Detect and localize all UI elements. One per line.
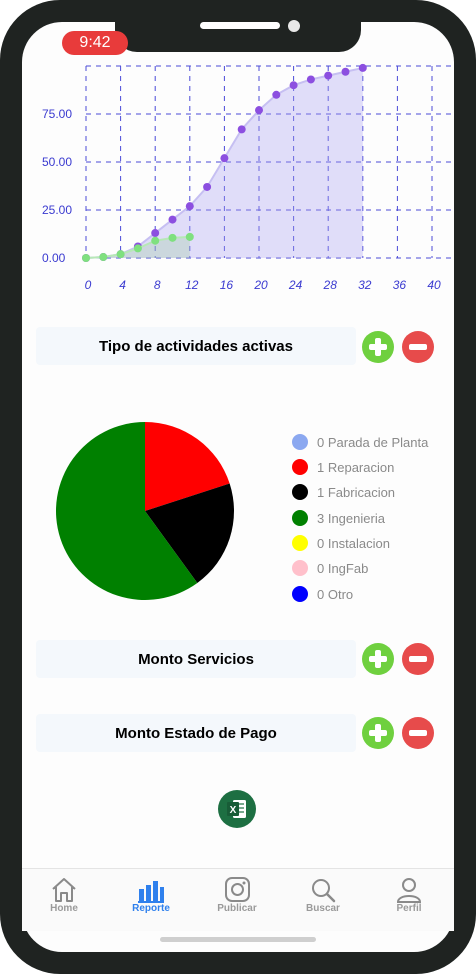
data-point — [341, 67, 350, 76]
user-icon — [396, 878, 422, 903]
legend-dot — [292, 535, 308, 551]
data-point — [151, 236, 160, 245]
data-point — [289, 81, 298, 90]
activities-section-title: Tipo de actividades activas — [36, 327, 356, 365]
monto-servicios-remove-button[interactable] — [402, 643, 434, 675]
instagram-icon — [225, 877, 250, 902]
x-tick-label: 36 — [393, 278, 407, 292]
legend-item: 0 Instalacion — [292, 533, 390, 553]
data-point — [151, 229, 160, 238]
legend-label: 0 Instalacion — [317, 535, 390, 551]
y-tick-label: 0.00 — [42, 251, 66, 265]
data-point — [272, 90, 281, 99]
y-tick-label: 50.00 — [42, 155, 72, 169]
legend-dot — [292, 434, 308, 450]
legend-item: 1 Reparacion — [292, 457, 394, 477]
legend-label: 0 Otro — [317, 586, 354, 602]
x-tick-label: 40 — [427, 278, 441, 292]
y-tick-label: 25.00 — [42, 203, 72, 217]
legend-item: 1 Fabricacion — [292, 482, 395, 502]
bottom-tab-bar: Home Reporte Publicar Buscar Perfil — [22, 868, 454, 931]
data-point — [203, 182, 212, 191]
monto-estado-pago-title: Monto Estado de Pago — [36, 714, 356, 752]
home-indicator — [160, 937, 316, 942]
legend-dot — [292, 510, 308, 526]
x-tick-label: 0 — [85, 278, 92, 292]
search-icon — [312, 879, 336, 903]
data-point — [255, 106, 263, 115]
device-notch — [115, 0, 361, 52]
status-time: 9:42 — [62, 31, 128, 55]
monto-estado-pago-add-button[interactable] — [362, 717, 394, 749]
legend-dot — [292, 484, 308, 500]
tab-buscar[interactable]: Buscar — [283, 869, 363, 914]
tab-reporte-label: Reporte — [132, 903, 170, 914]
speaker — [200, 22, 280, 29]
data-point — [237, 125, 246, 134]
x-tick-label: 28 — [323, 278, 338, 292]
tab-buscar-label: Buscar — [306, 903, 340, 914]
legend-item: 0 IngFab — [292, 558, 368, 578]
data-point — [82, 254, 90, 262]
svg-text:X: X — [230, 805, 237, 816]
legend-dot — [292, 586, 308, 602]
x-tick-label: 20 — [253, 278, 268, 292]
monto-servicios-add-button[interactable] — [362, 643, 394, 675]
home-icon — [52, 878, 76, 902]
bar-chart-icon — [138, 881, 164, 903]
tab-reporte[interactable]: Reporte — [111, 869, 191, 914]
x-tick-label: 24 — [288, 278, 303, 292]
data-point — [168, 215, 177, 224]
excel-icon: X — [227, 800, 246, 818]
legend-item: 0 Otro — [292, 584, 353, 604]
tab-perfil[interactable]: Perfil — [369, 869, 449, 914]
data-point — [116, 250, 125, 259]
tab-home-label: Home — [50, 903, 78, 914]
data-point — [185, 232, 194, 241]
y-tick-label: 75.00 — [42, 107, 72, 121]
activities-add-button[interactable] — [362, 331, 394, 363]
data-point — [324, 71, 333, 80]
legend-label: 1 Reparacion — [317, 459, 395, 475]
tab-publicar-label: Publicar — [217, 903, 257, 914]
legend-item: 3 Ingenieria — [292, 508, 385, 528]
data-point — [358, 63, 367, 72]
data-point — [99, 253, 108, 262]
legend-dot — [292, 560, 308, 576]
camera — [288, 20, 300, 32]
activities-remove-button[interactable] — [402, 331, 434, 363]
excel-export-button[interactable]: X — [218, 790, 256, 828]
tab-home[interactable]: Home — [24, 869, 104, 914]
data-point — [220, 154, 229, 163]
legend-label: 3 Ingenieria — [317, 510, 385, 526]
x-tick-label: 8 — [154, 278, 161, 292]
data-point — [168, 233, 177, 242]
monto-servicios-title: Monto Servicios — [36, 640, 356, 678]
tab-publicar[interactable]: Publicar — [197, 869, 277, 914]
data-point — [133, 244, 142, 253]
legend-label: 1 Fabricacion — [317, 484, 396, 500]
x-tick-label: 12 — [185, 278, 199, 292]
legend-dot — [292, 459, 308, 475]
x-tick-label: 32 — [358, 278, 372, 292]
data-point — [185, 202, 194, 211]
monto-estado-pago-remove-button[interactable] — [402, 717, 434, 749]
tab-perfil-label: Perfil — [396, 903, 422, 914]
legend-label: 0 Parada de Planta — [317, 434, 429, 450]
legend-item: 0 Parada de Planta — [292, 432, 428, 452]
x-tick-label: 4 — [119, 278, 126, 292]
x-tick-label: 16 — [220, 278, 234, 292]
data-point — [306, 75, 315, 84]
legend-label: 0 IngFab — [317, 560, 369, 576]
